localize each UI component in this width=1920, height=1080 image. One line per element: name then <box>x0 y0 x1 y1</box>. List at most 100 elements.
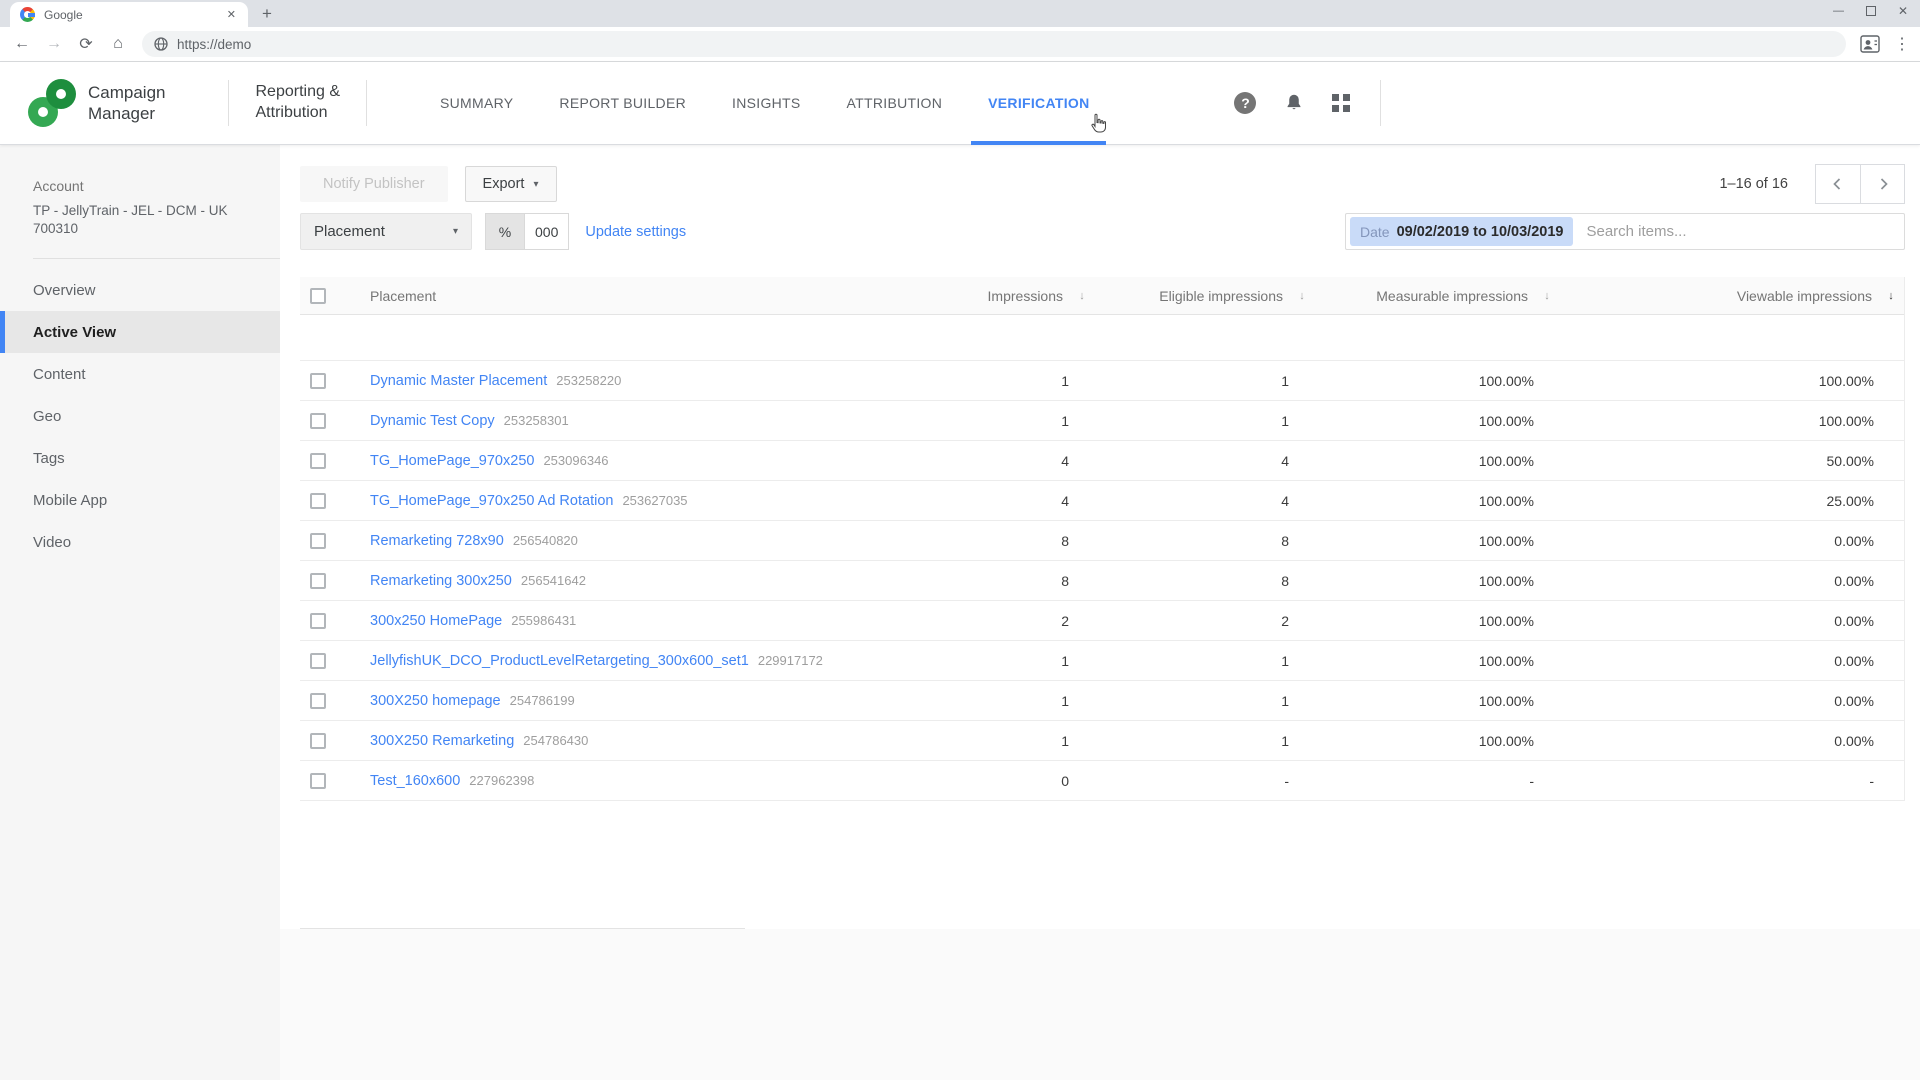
placement-name-link[interactable]: 300X250 Remarketing <box>370 733 514 749</box>
unit-percent-button[interactable]: % <box>486 214 524 249</box>
profile-icon[interactable] <box>1860 34 1880 54</box>
nav-tab-insights[interactable]: INSIGHTS <box>715 62 818 145</box>
account-name: TP - JellyTrain - JEL - DCM - UK 700310 <box>33 202 256 238</box>
nav-tab-summary[interactable]: SUMMARY <box>423 62 530 145</box>
table-row: Dynamic Master Placement 253258220 1 1 1… <box>300 361 1904 401</box>
placements-table: Placement Impressions↓ Eligible impressi… <box>300 277 1905 801</box>
column-header-impressions[interactable]: Impressions↓ <box>939 288 1099 304</box>
placement-id: 254786430 <box>523 733 588 748</box>
back-icon[interactable]: ← <box>6 35 38 53</box>
sidebar-item-mobile-app[interactable]: Mobile App <box>0 479 280 521</box>
placement-name-link[interactable]: JellyfishUK_DCO_ProductLevelRetargeting_… <box>370 653 749 669</box>
placement-name-link[interactable]: 300x250 HomePage <box>370 613 502 629</box>
forward-icon[interactable]: → <box>38 35 70 53</box>
sort-arrow-icon[interactable]: ↓ <box>1542 290 1552 302</box>
new-tab-button[interactable]: + <box>262 4 272 24</box>
window-minimize-icon[interactable]: — <box>1833 5 1844 17</box>
tab-close-icon[interactable]: ✕ <box>225 6 238 23</box>
table-row: Remarketing 728x90 256540820 8 8 100.00%… <box>300 521 1904 561</box>
sort-arrow-icon[interactable]: ↓ <box>1297 290 1307 302</box>
sidebar-nav: OverviewActive ViewContentGeoTagsMobile … <box>0 269 280 563</box>
select-all-checkbox[interactable] <box>310 288 326 304</box>
table-row: TG_HomePage_970x250 253096346 4 4 100.00… <box>300 441 1904 481</box>
browser-tab[interactable]: Google ✕ <box>10 2 248 27</box>
impressions-value: 4 <box>939 493 1099 509</box>
measurable-impressions-value: 100.00% <box>1319 733 1564 749</box>
section-name[interactable]: Reporting & Attribution <box>256 82 341 124</box>
viewable-impressions-value: 25.00% <box>1564 493 1904 509</box>
measurable-impressions-value: 100.00% <box>1319 533 1564 549</box>
browser-url-bar: ← → ⟳ ⌂ https://demo ⋮ <box>0 27 1920 62</box>
row-checkbox[interactable] <box>310 493 326 509</box>
row-checkbox[interactable] <box>310 533 326 549</box>
home-icon[interactable]: ⌂ <box>102 35 134 53</box>
row-checkbox[interactable] <box>310 653 326 669</box>
placement-id: 256541642 <box>521 573 586 588</box>
header-divider <box>228 80 229 126</box>
export-button[interactable]: Export ▾ <box>465 166 557 202</box>
row-checkbox[interactable] <box>310 733 326 749</box>
column-header-placement[interactable]: Placement <box>350 288 939 304</box>
update-settings-link[interactable]: Update settings <box>585 224 686 240</box>
unit-thousands-button[interactable]: 000 <box>524 214 568 249</box>
table-row: Dynamic Test Copy 253258301 1 1 100.00% … <box>300 401 1904 441</box>
notifications-bell-icon[interactable] <box>1283 92 1305 114</box>
table-header-row: Placement Impressions↓ Eligible impressi… <box>300 277 1904 315</box>
reload-icon[interactable]: ⟳ <box>70 34 102 54</box>
impressions-value: 1 <box>939 413 1099 429</box>
measurable-impressions-value: 100.00% <box>1319 493 1564 509</box>
eligible-impressions-value: 1 <box>1099 413 1319 429</box>
sidebar-item-active-view[interactable]: Active View <box>0 311 280 353</box>
row-checkbox[interactable] <box>310 613 326 629</box>
sort-arrow-active-icon[interactable]: ↓ <box>1886 290 1896 302</box>
placement-name-link[interactable]: TG_HomePage_970x250 <box>370 453 534 469</box>
sidebar-item-overview[interactable]: Overview <box>0 269 280 311</box>
placement-name-link[interactable]: TG_HomePage_970x250 Ad Rotation <box>370 493 613 509</box>
placement-name-link[interactable]: Dynamic Test Copy <box>370 413 495 429</box>
eligible-impressions-value: 2 <box>1099 613 1319 629</box>
window-maximize-icon[interactable] <box>1866 6 1876 16</box>
table-row: JellyfishUK_DCO_ProductLevelRetargeting_… <box>300 641 1904 681</box>
placement-name-link[interactable]: Dynamic Master Placement <box>370 373 547 389</box>
search-input[interactable] <box>1586 223 1896 240</box>
dimension-select[interactable]: Placement ▾ <box>300 213 472 250</box>
impressions-value: 8 <box>939 573 1099 589</box>
impressions-value: 8 <box>939 533 1099 549</box>
column-header-measurable-impressions[interactable]: Measurable impressions↓ <box>1319 288 1564 304</box>
apps-grid-icon[interactable] <box>1332 94 1350 112</box>
sidebar-item-content[interactable]: Content <box>0 353 280 395</box>
content-footer <box>280 929 1920 1080</box>
sidebar-item-geo[interactable]: Geo <box>0 395 280 437</box>
chevron-right-icon <box>1875 176 1891 192</box>
nav-tab-report-builder[interactable]: REPORT BUILDER <box>542 62 703 145</box>
placement-name-link[interactable]: Remarketing 728x90 <box>370 533 504 549</box>
row-checkbox[interactable] <box>310 693 326 709</box>
notify-publisher-button[interactable]: Notify Publisher <box>300 166 448 202</box>
pagination-prev-button[interactable] <box>1816 165 1860 203</box>
impressions-value: 1 <box>939 653 1099 669</box>
pagination-next-button[interactable] <box>1860 165 1904 203</box>
sidebar-item-video[interactable]: Video <box>0 521 280 563</box>
row-checkbox[interactable] <box>310 453 326 469</box>
table-row: Remarketing 300x250 256541642 8 8 100.00… <box>300 561 1904 601</box>
date-range-chip[interactable]: Date 09/02/2019 to 10/03/2019 <box>1350 217 1573 246</box>
caret-down-icon: ▾ <box>453 226 458 237</box>
address-bar[interactable]: https://demo <box>142 31 1846 57</box>
placement-name-link[interactable]: Remarketing 300x250 <box>370 573 512 589</box>
nav-tab-attribution[interactable]: ATTRIBUTION <box>830 62 960 145</box>
measurable-impressions-value: 100.00% <box>1319 373 1564 389</box>
sidebar-item-tags[interactable]: Tags <box>0 437 280 479</box>
column-header-eligible-impressions[interactable]: Eligible impressions↓ <box>1099 288 1319 304</box>
column-header-viewable-impressions[interactable]: Viewable impressions↓ <box>1564 288 1904 304</box>
help-icon[interactable]: ? <box>1234 92 1256 114</box>
table-spacer-row <box>300 315 1904 361</box>
placement-name-link[interactable]: Test_160x600 <box>370 773 460 789</box>
row-checkbox[interactable] <box>310 413 326 429</box>
row-checkbox[interactable] <box>310 373 326 389</box>
row-checkbox[interactable] <box>310 773 326 789</box>
placement-name-link[interactable]: 300X250 homepage <box>370 693 501 709</box>
window-close-icon[interactable]: ✕ <box>1898 4 1908 18</box>
browser-menu-icon[interactable]: ⋮ <box>1894 34 1910 54</box>
row-checkbox[interactable] <box>310 573 326 589</box>
sort-arrow-icon[interactable]: ↓ <box>1077 290 1087 302</box>
